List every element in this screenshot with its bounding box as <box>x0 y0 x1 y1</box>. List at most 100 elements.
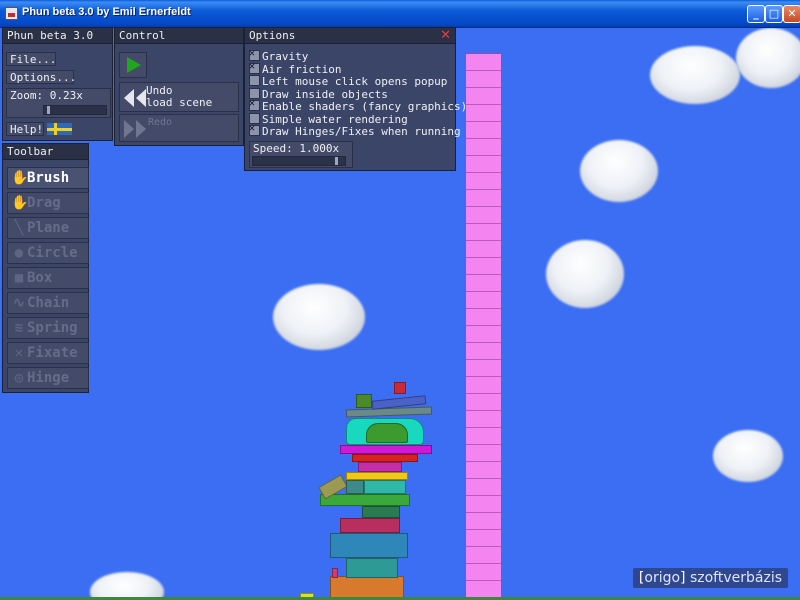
chain-icon: ∿ <box>13 295 25 311</box>
tool-label: Circle <box>27 245 78 261</box>
options-panel-heading: Options <box>245 28 455 44</box>
tool-hinge-button[interactable]: ◎ Hinge <box>7 367 89 389</box>
scene-object[interactable] <box>358 462 402 472</box>
file-menu-button[interactable]: File... <box>6 52 56 66</box>
scene-object[interactable] <box>330 576 404 598</box>
hinge-icon: ◎ <box>14 370 24 386</box>
checkbox-box[interactable] <box>249 123 260 136</box>
cloud <box>713 430 783 482</box>
checkbox-box[interactable] <box>249 61 260 74</box>
drag-hand-icon: ✋ <box>11 195 29 211</box>
minimize-button[interactable]: _ <box>747 5 765 23</box>
undo-button[interactable]: Undo load scene <box>119 82 239 112</box>
scene-object[interactable] <box>345 406 433 418</box>
cloud <box>580 140 658 202</box>
checkbox-box[interactable] <box>249 112 260 124</box>
cloud <box>90 572 164 600</box>
scene-object[interactable] <box>346 472 408 480</box>
options-menu-button[interactable]: Options... <box>6 70 76 84</box>
cloud <box>736 28 800 88</box>
option-checkbox[interactable]: Gravity <box>249 48 309 63</box>
scene-object[interactable] <box>320 494 410 506</box>
option-label: Gravity <box>262 50 309 63</box>
close-window-button[interactable]: ✕ <box>783 5 800 23</box>
maximize-button[interactable]: □ <box>765 5 783 23</box>
option-checkbox[interactable]: Left mouse click opens popup <box>249 75 447 88</box>
swedish-flag-icon[interactable] <box>47 123 72 135</box>
plane-icon: ╲ <box>14 220 24 236</box>
scene-object[interactable] <box>366 423 408 443</box>
redo-button[interactable]: Redo <box>119 114 239 142</box>
undo-detail: load scene <box>146 96 213 109</box>
circle-icon: ● <box>14 245 24 261</box>
control-panel: Control Undo load scene Redo <box>114 27 244 146</box>
scene-object[interactable] <box>352 454 418 462</box>
option-checkbox[interactable]: Simple water rendering <box>249 112 408 126</box>
pink-box-column[interactable] <box>465 53 502 598</box>
option-label: Left mouse click opens popup <box>262 75 448 88</box>
option-checkbox[interactable]: Draw Hinges/Fixes when running <box>249 123 461 138</box>
option-label: Simple water rendering <box>262 112 408 126</box>
tool-fixate-button[interactable]: ✕ Fixate <box>7 342 89 364</box>
app-icon[interactable] <box>5 7 18 20</box>
tool-label: Hinge <box>27 370 70 386</box>
checkbox-box[interactable] <box>249 75 260 86</box>
option-checkbox[interactable]: Air friction <box>249 61 342 76</box>
brush-icon: ✋ <box>11 170 29 186</box>
zoom-control[interactable]: Zoom: 0.23x <box>6 88 111 118</box>
redo-label: Redo <box>148 117 173 128</box>
checkbox-box[interactable] <box>249 87 260 99</box>
window-titlebar[interactable]: Phun beta 3.0 by Emil Ernerfeldt _ □ ✕ <box>0 0 800 28</box>
scene-object[interactable] <box>364 480 406 494</box>
tool-chain-button[interactable]: ∿ Chain <box>7 292 89 314</box>
phun-panel-heading: Phun beta 3.0 <box>3 28 112 44</box>
toolbar-heading: Toolbar <box>3 144 88 160</box>
scene-object[interactable] <box>346 558 398 578</box>
zoom-slider[interactable] <box>43 105 107 115</box>
tool-box-button[interactable]: ■ Box <box>7 267 89 289</box>
phun-panel: Phun beta 3.0 File... Options... Zoom: 0… <box>2 27 113 141</box>
cloud <box>650 46 740 104</box>
box-icon: ■ <box>14 270 24 286</box>
option-label: Enable shaders (fancy graphics) <box>262 100 468 113</box>
scene-object[interactable] <box>394 382 406 394</box>
tool-brush-button[interactable]: ✋Brush <box>7 167 89 189</box>
tool-spring-button[interactable]: ≋ Spring <box>7 317 89 339</box>
speed-label: Speed: 1.000x <box>253 142 340 155</box>
fixate-icon: ✕ <box>14 345 24 361</box>
tool-label: Spring <box>27 320 78 336</box>
scene-object[interactable] <box>332 568 338 578</box>
tool-label: Chain <box>27 295 70 311</box>
help-button[interactable]: Help! <box>6 122 44 136</box>
speed-slider[interactable] <box>252 156 346 166</box>
zoom-label: Zoom: 0.23x <box>10 89 83 102</box>
option-checkbox[interactable]: Enable shaders (fancy graphics) <box>249 98 468 113</box>
window-title: Phun beta 3.0 by Emil Ernerfeldt <box>22 6 191 18</box>
checkbox-box[interactable] <box>249 48 260 61</box>
close-icon[interactable]: ✕ <box>440 29 451 42</box>
speed-control[interactable]: Speed: 1.000x <box>249 141 353 168</box>
tool-label: Fixate <box>27 345 78 361</box>
fast-forward-icon <box>124 120 146 138</box>
cloud <box>546 240 624 308</box>
option-label: Draw Hinges/Fixes when running <box>262 125 461 138</box>
checkbox-box[interactable] <box>249 98 260 111</box>
scene-object[interactable] <box>362 506 400 518</box>
rewind-icon <box>124 89 146 107</box>
tool-drag-button[interactable]: ✋Drag <box>7 192 89 214</box>
tool-label: Box <box>27 270 53 286</box>
control-panel-heading: Control <box>115 28 243 44</box>
tool-label: Drag <box>27 195 61 211</box>
tool-plane-button[interactable]: ╲ Plane <box>7 217 89 239</box>
option-label: Air friction <box>262 62 342 76</box>
scene-object[interactable] <box>340 518 400 533</box>
watermark-logo: [origo] szoftverbázis <box>632 568 788 588</box>
scene-object[interactable] <box>356 394 372 408</box>
play-button[interactable] <box>119 52 147 78</box>
tool-circle-button[interactable]: ● Circle <box>7 242 89 264</box>
option-checkbox[interactable]: Draw inside objects <box>249 87 388 101</box>
scene-object[interactable] <box>330 533 408 558</box>
scene-object[interactable] <box>340 445 432 454</box>
scene-object[interactable] <box>346 480 364 494</box>
play-icon <box>127 57 141 73</box>
